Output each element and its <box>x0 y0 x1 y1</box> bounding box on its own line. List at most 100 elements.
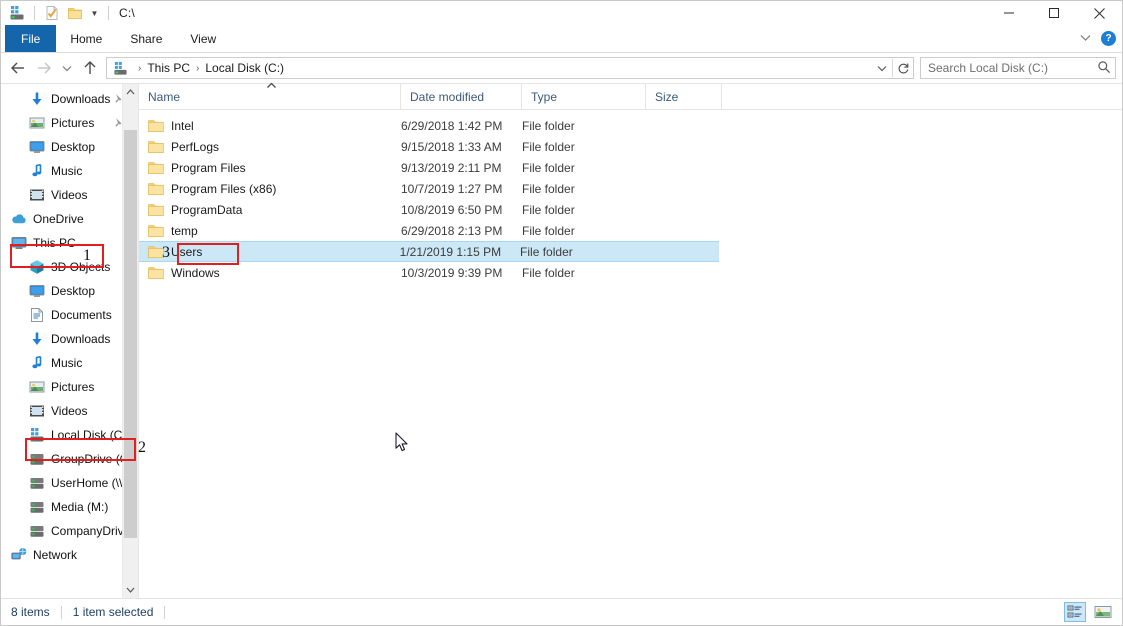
minimize-button[interactable] <box>986 1 1031 25</box>
tab-share[interactable]: Share <box>116 25 176 52</box>
sidebar-item-this-pc[interactable]: This PC <box>1 231 138 255</box>
column-header-name[interactable]: Name <box>139 84 401 109</box>
main-content: DownloadsPicturesDesktopMusicVideosOneDr… <box>1 83 1122 598</box>
folder-icon <box>148 140 164 154</box>
sidebar-item-userhome-so[interactable]: UserHome (\\so <box>1 471 138 495</box>
annotation-number-1: 1 <box>83 247 91 265</box>
tab-home[interactable]: Home <box>56 25 116 52</box>
scroll-up-arrow-icon[interactable] <box>123 84 138 100</box>
file-date-cell: 9/13/2019 2:11 PM <box>401 157 522 178</box>
computer-icon <box>11 235 27 251</box>
scrollbar-thumb[interactable] <box>124 130 137 538</box>
sidebar-item-pictures[interactable]: Pictures <box>1 375 138 399</box>
search-input[interactable]: Search Local Disk (C:) <box>920 57 1116 79</box>
network-drive-icon <box>29 451 45 467</box>
properties-icon[interactable] <box>42 3 62 23</box>
folder-icon <box>148 266 164 280</box>
column-header-date-modified[interactable]: Date modified <box>401 84 522 109</box>
mouse-cursor <box>395 432 411 457</box>
address-field[interactable]: › This PC › Local Disk (C:) <box>106 57 914 79</box>
document-icon <box>29 307 45 323</box>
large-icons-view-button[interactable] <box>1092 602 1114 622</box>
navigation-tree: DownloadsPicturesDesktopMusicVideosOneDr… <box>1 84 138 567</box>
table-row[interactable]: PerfLogs 9/15/2018 1:33 AMFile folder <box>139 136 1122 157</box>
search-icon[interactable] <box>1097 60 1111 77</box>
maximize-button[interactable] <box>1031 1 1076 25</box>
new-folder-icon[interactable] <box>65 3 85 23</box>
search-placeholder: Search Local Disk (C:) <box>928 61 1097 75</box>
network-drive-icon <box>29 475 45 491</box>
breadcrumb-this-pc[interactable]: This PC <box>145 61 192 75</box>
chevron-down-icon[interactable] <box>1080 34 1091 44</box>
download-arrow-icon <box>29 331 45 347</box>
file-name-label: PerfLogs <box>171 140 219 154</box>
forward-button[interactable] <box>31 55 57 81</box>
sidebar-item-onedrive[interactable]: OneDrive <box>1 207 138 231</box>
qat-separator-2 <box>108 6 109 20</box>
sidebar-item-groupdrive-g[interactable]: GroupDrive (G:) <box>1 447 138 471</box>
customize-qat-icon[interactable]: ▼ <box>88 3 101 23</box>
help-icon[interactable]: ? <box>1101 31 1116 46</box>
table-row[interactable]: Program Files9/13/2019 2:11 PMFile folde… <box>139 157 1122 178</box>
refresh-icon[interactable] <box>893 58 913 78</box>
close-button[interactable] <box>1076 1 1122 25</box>
sidebar-item-label: Media (M:) <box>51 500 108 514</box>
sidebar-item-videos[interactable]: Videos <box>1 183 138 207</box>
table-row[interactable]: ProgramData10/8/2019 6:50 PMFile folder <box>139 199 1122 220</box>
breadcrumb-separator-2[interactable]: › <box>192 63 203 74</box>
picture-icon <box>29 379 45 395</box>
file-size-cell <box>646 262 722 283</box>
navigation-scrollbar[interactable] <box>122 84 138 598</box>
sidebar-item-companydrive[interactable]: CompanyDrive ( <box>1 519 138 543</box>
tab-view[interactable]: View <box>176 25 230 52</box>
sidebar-item-pictures[interactable]: Pictures <box>1 111 138 135</box>
title-bar: ▼ C:\ <box>1 1 1122 25</box>
address-history-dropdown-icon[interactable] <box>872 58 892 78</box>
recent-locations-button[interactable] <box>57 55 77 81</box>
table-row[interactable]: Intel6/29/2018 1:42 PMFile folder <box>139 115 1122 136</box>
file-size-cell <box>643 241 719 262</box>
network-icon <box>11 547 27 563</box>
network-drive-icon <box>29 523 45 539</box>
drive-icon[interactable] <box>7 3 27 23</box>
sidebar-item-music[interactable]: Music <box>1 351 138 375</box>
sidebar-item-desktop[interactable]: Desktop <box>1 279 138 303</box>
sidebar-item-network[interactable]: Network <box>1 543 138 567</box>
table-row[interactable]: Windows10/3/2019 9:39 PMFile folder <box>139 262 1122 283</box>
drive-icon <box>29 427 45 443</box>
sidebar-item-3d-objects[interactable]: 3D Objects <box>1 255 138 279</box>
sidebar-item-label: Videos <box>51 188 87 202</box>
sidebar-item-downloads[interactable]: Downloads <box>1 327 138 351</box>
file-date-cell: 9/15/2018 1:33 AM <box>401 136 522 157</box>
column-header-type[interactable]: Type <box>522 84 646 109</box>
breadcrumb-local-disk-c[interactable]: Local Disk (C:) <box>203 61 286 75</box>
table-row[interactable]: Program Files (x86)10/7/2019 1:27 PMFile… <box>139 178 1122 199</box>
sidebar-item-media-m[interactable]: Media (M:) <box>1 495 138 519</box>
back-button[interactable] <box>5 55 31 81</box>
music-note-icon <box>29 355 45 371</box>
navigation-pane: DownloadsPicturesDesktopMusicVideosOneDr… <box>1 84 138 598</box>
file-rows: Intel6/29/2018 1:42 PMFile folderPerfLog… <box>139 110 1122 598</box>
sidebar-item-local-disk-c[interactable]: Local Disk (C:) <box>1 423 138 447</box>
table-row[interactable]: Users1/21/2019 1:15 PMFile folder <box>139 241 719 262</box>
file-name-label: ProgramData <box>171 203 242 217</box>
sidebar-item-desktop[interactable]: Desktop <box>1 135 138 159</box>
breadcrumb: › This PC › Local Disk (C:) <box>107 60 872 76</box>
sidebar-item-documents[interactable]: Documents <box>1 303 138 327</box>
file-type-cell: File folder <box>522 136 646 157</box>
sort-ascending-icon <box>266 81 277 91</box>
details-view-button[interactable] <box>1064 602 1086 622</box>
table-row[interactable]: temp6/29/2018 2:13 PMFile folder <box>139 220 1122 241</box>
sidebar-item-downloads[interactable]: Downloads <box>1 87 138 111</box>
scroll-down-arrow-icon[interactable] <box>123 582 138 598</box>
tab-file[interactable]: File <box>5 25 56 52</box>
file-date-cell: 6/29/2018 2:13 PM <box>401 220 522 241</box>
sidebar-item-label: Music <box>51 356 82 370</box>
file-type-cell: File folder <box>522 157 646 178</box>
download-arrow-icon <box>29 91 45 107</box>
column-header-size[interactable]: Size <box>646 84 722 109</box>
sidebar-item-videos[interactable]: Videos <box>1 399 138 423</box>
up-button[interactable] <box>77 55 103 81</box>
sidebar-item-music[interactable]: Music <box>1 159 138 183</box>
breadcrumb-separator-1[interactable]: › <box>134 63 145 74</box>
